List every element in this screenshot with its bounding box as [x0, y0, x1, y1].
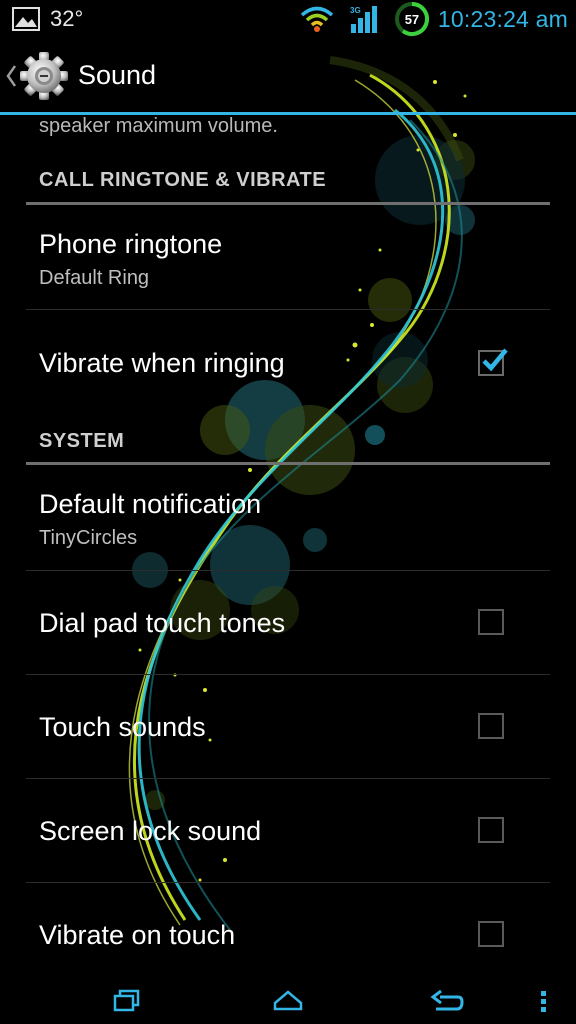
signal-icon: 3G [350, 6, 377, 33]
checkmark-icon [482, 348, 508, 372]
screen: 32° 3G 57 10:23:24 am Sound speaker maxi… [0, 0, 576, 1024]
recent-apps-icon[interactable] [112, 989, 142, 1013]
vibrate-when-ringing-item[interactable]: Vibrate when ringing [26, 310, 550, 410]
action-bar-divider [0, 112, 576, 115]
menu-icon[interactable] [538, 989, 548, 1015]
svg-text:3G: 3G [350, 6, 361, 15]
item-summary: Default Ring [39, 267, 150, 289]
vibrate-when-ringing-checkbox[interactable] [478, 348, 508, 376]
section-header-system: SYSTEM [39, 430, 125, 452]
settings-list[interactable]: speaker maximum volume. CALL RINGTONE & … [0, 115, 576, 975]
screen-lock-sound-item[interactable]: Screen lock sound [26, 779, 550, 882]
dial-pad-touch-tones-checkbox[interactable] [478, 609, 504, 635]
battery-level: 57 [404, 11, 420, 27]
item-summary: TinyCircles [39, 527, 138, 549]
touch-sounds-checkbox[interactable] [478, 713, 504, 739]
temperature-text: 32° [50, 6, 84, 31]
vibrate-on-touch-item[interactable]: Vibrate on touch [26, 883, 550, 975]
battery-icon: 57 [394, 1, 430, 37]
screen-lock-sound-checkbox[interactable] [478, 817, 504, 843]
back-icon[interactable] [430, 989, 464, 1015]
home-icon[interactable] [272, 989, 304, 1013]
touch-sounds-item[interactable]: Touch sounds [26, 675, 550, 778]
dial-pad-touch-tones-item[interactable]: Dial pad touch tones [26, 571, 550, 674]
item-title: Dial pad touch tones [39, 608, 286, 638]
phone-ringtone-item[interactable]: Phone ringtone Default Ring [26, 205, 550, 309]
previous-item-summary: speaker maximum volume. [39, 115, 278, 137]
clock-time: 10:23:24 am [437, 5, 568, 32]
action-bar[interactable]: Sound [0, 38, 576, 114]
wifi-icon [300, 6, 334, 32]
up-caret-icon[interactable] [4, 62, 18, 90]
page-title: Sound [78, 60, 157, 90]
item-title: Vibrate when ringing [39, 348, 285, 378]
item-title: Vibrate on touch [39, 920, 236, 950]
settings-gear-icon[interactable] [18, 50, 70, 102]
item-title: Screen lock sound [39, 816, 262, 846]
navigation-bar [0, 975, 576, 1024]
default-notification-item[interactable]: Default notification TinyCircles [26, 465, 550, 569]
status-bar: 32° 3G 57 10:23:24 am [0, 0, 576, 38]
image-icon [12, 7, 40, 31]
section-header-call: CALL RINGTONE & VIBRATE [39, 169, 327, 191]
item-title: Touch sounds [39, 712, 206, 742]
vibrate-on-touch-checkbox[interactable] [478, 921, 504, 947]
item-title: Phone ringtone [39, 229, 223, 259]
item-title: Default notification [39, 489, 262, 519]
